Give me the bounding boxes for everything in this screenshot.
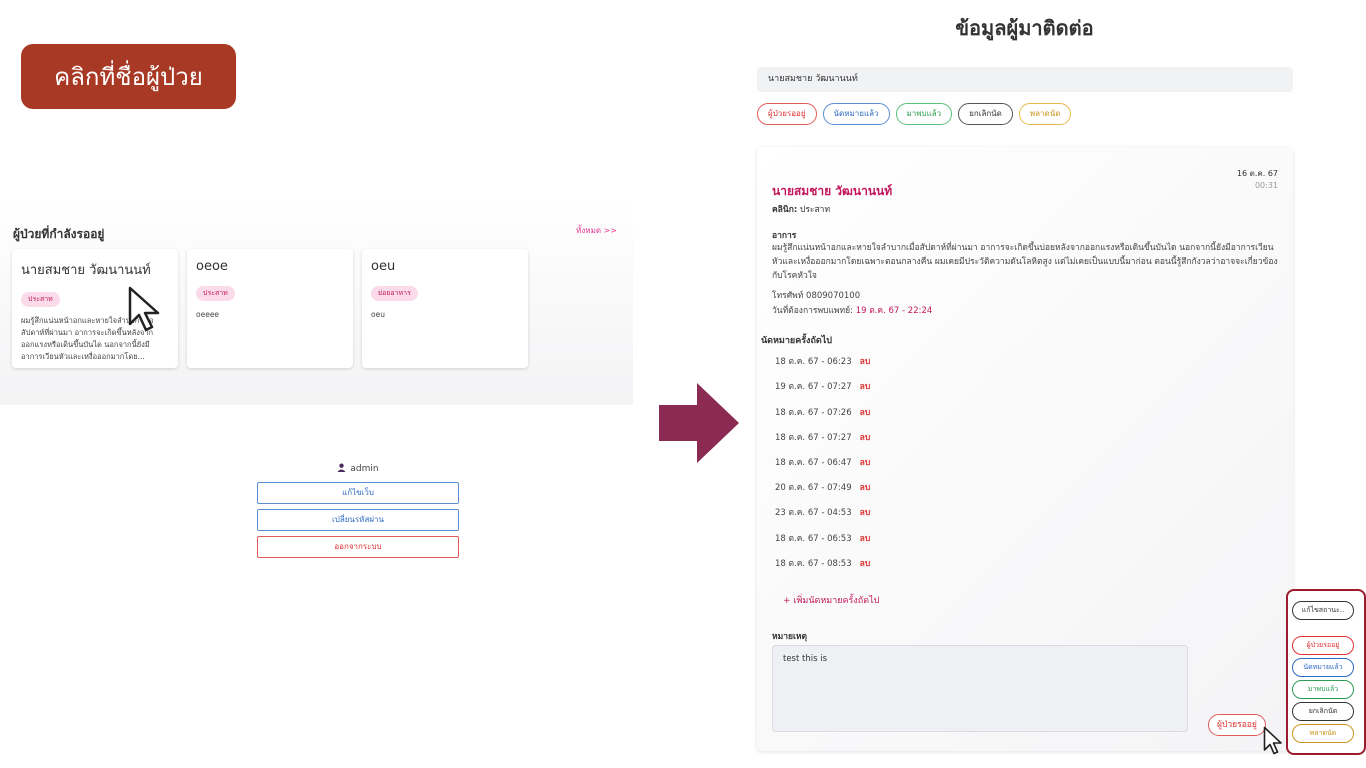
mouse-pointer-icon xyxy=(1263,726,1282,755)
patient-name[interactable]: นายสมชาย วัฒนานนท์ xyxy=(21,259,169,280)
admin-username: admin xyxy=(350,464,379,474)
appointment-row: 18 ต.ค. 67 - 06:53 ลบ xyxy=(775,531,870,545)
filter-cancelled[interactable]: ยกเลิกนัด xyxy=(958,103,1013,125)
appointment-datetime: 23 ต.ค. 67 - 04:53 xyxy=(775,508,852,518)
note-textarea[interactable]: test this is xyxy=(772,645,1188,732)
delete-appointment-button[interactable]: ลบ xyxy=(860,408,871,418)
appointment-datetime: 20 ต.ค. 67 - 07:49 xyxy=(775,483,852,493)
appointment-row: 18 ต.ค. 67 - 08:53 ลบ xyxy=(775,556,870,570)
delete-appointment-button[interactable]: ลบ xyxy=(860,559,871,569)
patient-symptom-preview: oeu xyxy=(371,310,385,319)
phone-line: โทรศัพท์ 0809070100 xyxy=(772,288,860,302)
status-option-cancelled[interactable]: ยกเลิกนัด xyxy=(1292,702,1354,721)
filter-waiting[interactable]: ผู้ป่วยรออยู่ xyxy=(757,103,817,125)
appointment-datetime: 19 ต.ค. 67 - 07:27 xyxy=(775,382,852,392)
patient-name[interactable]: oeoe xyxy=(196,259,344,274)
search-input[interactable] xyxy=(757,67,1293,92)
patient-card[interactable]: oeoe ประสาท oeeee xyxy=(187,249,353,368)
appointments-heading: นัดหมายครั้งถัดไป xyxy=(761,336,832,346)
delete-appointment-button[interactable]: ลบ xyxy=(860,458,871,468)
status-options-menu: แก้ไขสถานะ.. ผู้ป่วยรออยู่ นัดหมายแล้ว ม… xyxy=(1286,589,1366,755)
appointment-row: 20 ต.ค. 67 - 07:49 ลบ xyxy=(775,480,870,494)
symptom-heading: อาการ xyxy=(772,231,797,241)
admin-user: admin xyxy=(257,463,459,474)
hint-banner: คลิกที่ชื่อผู้ป่วย xyxy=(21,44,236,109)
phone-label: โทรศัพท์ xyxy=(772,291,804,301)
status-option-scheduled[interactable]: นัดหมายแล้ว xyxy=(1292,658,1354,677)
page-title: ข้อมูลผู้มาติดต่อ xyxy=(955,16,1094,40)
clinic-line: คลินิก: ประสาท xyxy=(772,202,830,216)
edit-status-option[interactable]: แก้ไขสถานะ.. xyxy=(1292,601,1354,620)
appointment-datetime: 18 ต.ค. 67 - 06:47 xyxy=(775,458,852,468)
filter-scheduled[interactable]: นัดหมายแล้ว xyxy=(822,103,890,125)
delete-appointment-button[interactable]: ลบ xyxy=(860,433,871,443)
clinic-tag: ประสาท xyxy=(21,292,60,307)
appointment-datetime: 18 ต.ค. 67 - 07:27 xyxy=(775,433,852,443)
submission-time: 00:31 xyxy=(1254,181,1278,190)
status-option-waiting[interactable]: ผู้ป่วยรออยู่ xyxy=(1292,636,1354,655)
filter-visited[interactable]: มาพบแล้ว xyxy=(895,103,953,125)
mouse-pointer-icon xyxy=(128,286,160,332)
add-appointment-link[interactable]: + เพิ่มนัดหมายครั้งถัดไป xyxy=(783,593,879,607)
appointment-row: 18 ต.ค. 67 - 06:23 ลบ xyxy=(775,354,870,368)
change-password-button[interactable]: เปลี่ยนรหัสผ่าน xyxy=(257,509,459,531)
patient-card[interactable]: oeu ย่อยอาหาร oeu xyxy=(362,249,528,368)
appointment-datetime: 18 ต.ค. 67 - 06:23 xyxy=(775,357,852,367)
user-icon xyxy=(337,463,346,472)
status-option-visited[interactable]: มาพบแล้ว xyxy=(1292,680,1354,699)
preferred-date-value: 19 ต.ค. 67 - 22:24 xyxy=(855,306,933,316)
delete-appointment-button[interactable]: ลบ xyxy=(860,508,871,518)
admin-menu: admin แก้ไขเว็บ เปลี่ยนรหัสผ่าน ออกจากระ… xyxy=(257,463,459,563)
preferred-date-label: วันที่ต้องการพบแพทย์: xyxy=(772,306,853,316)
waiting-patients-section: ผู้ป่วยที่กำลังรออยู่ ทั้งหมด >> นายสมชา… xyxy=(0,195,633,405)
submission-datetime: 16 ต.ค. 67 00:31 xyxy=(1237,168,1278,192)
logout-button[interactable]: ออกจากระบบ xyxy=(257,536,459,558)
clinic-tag: ประสาท xyxy=(196,286,235,301)
preferred-date-line: วันที่ต้องการพบแพทย์: 19 ต.ค. 67 - 22:24 xyxy=(772,303,932,317)
patient-detail-card: 16 ต.ค. 67 00:31 นายสมชาย วัฒนานนท์ คลิน… xyxy=(757,147,1293,751)
status-option-missed[interactable]: พลาดนัด xyxy=(1292,724,1354,743)
delete-appointment-button[interactable]: ลบ xyxy=(860,534,871,544)
appointment-row: 18 ต.ค. 67 - 07:26 ลบ xyxy=(775,405,870,419)
status-dropdown-button[interactable]: ผู้ป่วยรออยู่ xyxy=(1208,714,1266,736)
clinic-value: ประสาท xyxy=(799,205,831,215)
note-heading: หมายเหตุ xyxy=(772,632,807,642)
symptom-text: ผมรู้สึกแน่นหน้าอกและหายใจลำบากเมื่อสัปด… xyxy=(772,243,1278,281)
patient-name[interactable]: oeu xyxy=(371,259,519,274)
status-filter-bar: ผู้ป่วยรออยู่ นัดหมายแล้ว มาพบแล้ว ยกเลิ… xyxy=(757,103,1072,125)
right-arrow-icon xyxy=(659,383,739,463)
appointment-datetime: 18 ต.ค. 67 - 07:26 xyxy=(775,408,852,418)
delete-appointment-button[interactable]: ลบ xyxy=(860,357,871,367)
edit-website-button[interactable]: แก้ไขเว็บ xyxy=(257,482,459,504)
submission-date: 16 ต.ค. 67 xyxy=(1236,169,1278,178)
filter-missed[interactable]: พลาดนัด xyxy=(1018,103,1072,125)
delete-appointment-button[interactable]: ลบ xyxy=(860,483,871,493)
appointment-row: 19 ต.ค. 67 - 07:27 ลบ xyxy=(775,379,870,393)
screen: คลิกที่ชื่อผู้ป่วย ผู้ป่วยที่กำลังรออยู่… xyxy=(0,0,1366,768)
patient-name: นายสมชาย วัฒนานนท์ xyxy=(772,184,893,198)
appointment-row: 18 ต.ค. 67 - 07:27 ลบ xyxy=(775,430,870,444)
clinic-tag: ย่อยอาหาร xyxy=(371,286,418,301)
appointment-row: 18 ต.ค. 67 - 06:47 ลบ xyxy=(775,455,870,469)
patient-symptom-preview: oeeee xyxy=(196,310,220,319)
phone-value: 0809070100 xyxy=(806,291,861,301)
section-title: ผู้ป่วยที่กำลังรออยู่ xyxy=(13,227,105,241)
see-all-link[interactable]: ทั้งหมด >> xyxy=(576,224,617,237)
appointment-row: 23 ต.ค. 67 - 04:53 ลบ xyxy=(775,505,870,519)
clinic-label: คลินิก: xyxy=(772,205,798,215)
delete-appointment-button[interactable]: ลบ xyxy=(860,382,871,392)
appointment-datetime: 18 ต.ค. 67 - 08:53 xyxy=(775,559,852,569)
appointment-datetime: 18 ต.ค. 67 - 06:53 xyxy=(775,534,852,544)
